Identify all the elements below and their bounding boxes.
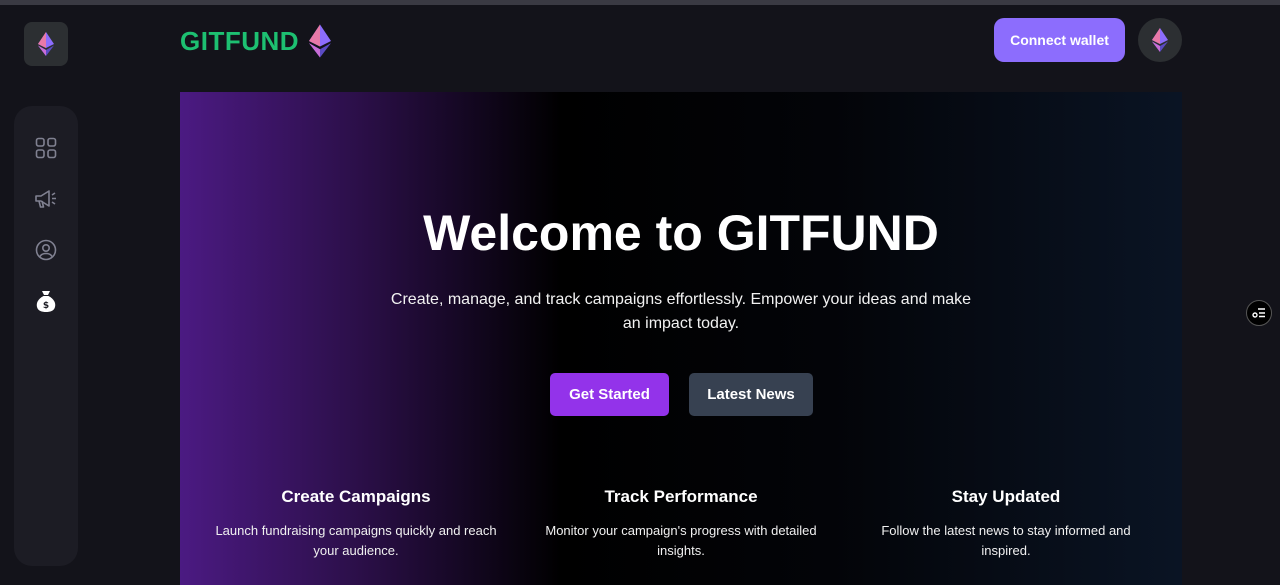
brand[interactable]: GITFUND (180, 22, 332, 60)
feature-create-campaigns: Create Campaigns Launch fundraising camp… (206, 487, 506, 561)
feature-track-performance: Track Performance Monitor your campaign'… (531, 487, 831, 561)
sidebar: $ (14, 106, 78, 566)
ethereum-logo-icon (1152, 28, 1168, 52)
feature-stay-updated: Stay Updated Follow the latest news to s… (856, 487, 1156, 561)
window-top-strip (0, 0, 1280, 5)
latest-news-button[interactable]: Latest News (689, 373, 813, 416)
options-list-icon (1252, 308, 1265, 318)
feature-title: Create Campaigns (281, 487, 431, 506)
profile-icon (35, 239, 57, 261)
hero-title: Welcome to GITFUND (423, 205, 939, 261)
sidebar-logo[interactable] (24, 22, 68, 66)
connect-wallet-button[interactable]: Connect wallet (994, 18, 1125, 62)
brand-name: GITFUND (180, 25, 300, 56)
feature-title: Stay Updated (951, 487, 1061, 506)
svg-text:$: $ (43, 301, 49, 311)
money-bag-icon: $ (36, 291, 56, 312)
feature-description: Monitor your campaign's progress with de… (545, 523, 817, 558)
dashboard-grid-icon (35, 137, 57, 159)
ethereum-logo-icon (309, 24, 332, 58)
hero-subtitle: Create, manage, and track campaigns effo… (390, 291, 972, 332)
sidebar-item-dashboard[interactable] (24, 126, 68, 170)
floating-options-button[interactable] (1246, 300, 1272, 326)
feature-title: Track Performance (604, 487, 758, 506)
sidebar-item-fund[interactable]: $ (24, 279, 68, 323)
sidebar-item-profile[interactable] (24, 228, 68, 272)
get-started-button[interactable]: Get Started (550, 373, 669, 416)
sidebar-item-campaign[interactable] (24, 177, 68, 221)
avatar[interactable] (1138, 18, 1182, 62)
feature-description: Launch fundraising campaigns quickly and… (215, 523, 497, 558)
feature-description: Follow the latest news to stay informed … (881, 523, 1131, 558)
megaphone-icon (35, 190, 56, 208)
ethereum-logo-icon (38, 32, 54, 56)
hero-section: Welcome to GITFUND Create, manage, and t… (180, 92, 1182, 585)
